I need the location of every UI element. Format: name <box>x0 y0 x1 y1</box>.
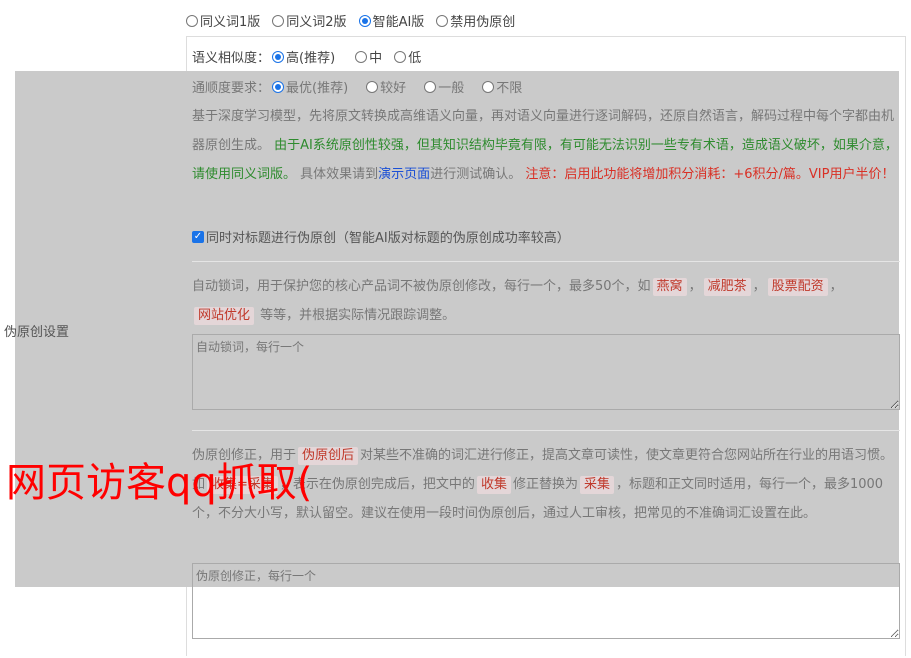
radio-fluency-good[interactable]: 较好 <box>366 77 406 96</box>
separator: ， <box>688 279 702 294</box>
radio-dot-selected <box>358 14 371 27</box>
radio-dot <box>355 50 368 63</box>
radio-fluency-normal[interactable]: 一般 <box>424 77 464 96</box>
checkbox-checked-icon: ✓ <box>192 230 204 243</box>
similarity-label: 语义相似度： <box>192 51 271 66</box>
example-tag: 燕窝 <box>652 278 687 296</box>
radio-disable-rewrite[interactable]: 禁用伪原创 <box>436 11 515 30</box>
example-tag: 减肥茶 <box>703 278 751 296</box>
radio-fluency-best[interactable]: 最优(推荐) <box>272 77 348 96</box>
radio-label: 较好 <box>380 81 407 96</box>
radio-synonym-v2[interactable]: 同义词2版 <box>272 11 347 30</box>
radio-dot <box>482 80 495 93</box>
radio-dot <box>436 14 449 27</box>
title-rewrite-checkbox[interactable]: ✓ 同时对标题进行伪原创（智能AI版对标题的伪原创成功率较高） <box>192 227 570 246</box>
radio-label: 同义词2版 <box>286 15 347 30</box>
example-tag: 股票配资 <box>767 278 828 296</box>
example-tag: 采集 <box>579 476 614 494</box>
ai-desc-text: 进行测试确认。 <box>430 167 522 182</box>
radio-label: 不限 <box>496 81 523 96</box>
lock-words-input[interactable] <box>192 334 900 410</box>
watermark-text: 网页访客qq抓取( <box>6 460 313 506</box>
radio-fluency-any[interactable]: 不限 <box>482 77 522 96</box>
fluency-label: 通顺度要求： <box>192 81 271 96</box>
radio-dot <box>186 14 198 27</box>
radio-dot <box>424 80 437 93</box>
radio-label: 中 <box>369 51 383 66</box>
divider <box>192 261 900 262</box>
radio-label: 最优(推荐) <box>286 81 349 96</box>
radio-dot-selected <box>272 80 285 93</box>
ai-description: 基于深度学习模型，先将原文转换成高维语义向量，再对语义向量进行逐词解码，还原自然… <box>192 102 900 189</box>
radio-label: 禁用伪原创 <box>450 15 516 30</box>
similarity-radio-group: 语义相似度： 高(推荐) 中 低 <box>192 47 433 66</box>
radio-label: 智能AI版 <box>372 15 425 30</box>
radio-similarity-low[interactable]: 低 <box>394 47 421 66</box>
radio-label: 同义词1版 <box>200 15 261 30</box>
separator: ， <box>829 279 843 294</box>
radio-similarity-medium[interactable]: 中 <box>355 47 382 66</box>
radio-ai-version[interactable]: 智能AI版 <box>358 11 425 30</box>
radio-synonym-v1[interactable]: 同义词1版 <box>186 11 260 30</box>
correction-desc-text: 修正替换为 <box>512 477 578 492</box>
correction-input[interactable] <box>192 563 900 639</box>
radio-label: 一般 <box>438 81 465 96</box>
example-tag: 收集 <box>476 476 511 494</box>
example-tag: 网站优化 <box>194 307 255 325</box>
fluency-radio-group: 通顺度要求： 最优(推荐) 较好 一般 不限 <box>192 77 534 96</box>
ai-desc-notice: 注意：启用此功能将增加积分消耗：+6积分/篇。VIP用户半价！ <box>525 167 895 182</box>
panel-top-border <box>186 36 906 37</box>
radio-dot <box>366 80 379 93</box>
lock-desc-text: 等等，并根据实际情况跟踪调整。 <box>260 308 456 323</box>
divider <box>192 430 900 431</box>
radio-dot-selected <box>272 50 285 63</box>
version-radio-group: 同义词1版 同义词2版 智能AI版 禁用伪原创 <box>186 11 527 30</box>
section-label: 伪原创设置 <box>4 325 70 340</box>
radio-label: 高(推荐) <box>286 51 336 66</box>
radio-similarity-high[interactable]: 高(推荐) <box>272 47 335 66</box>
radio-label: 低 <box>408 51 422 66</box>
lock-desc-text: 自动锁词，用于保护您的核心产品词不被伪原创修改，每行一个，最多50个，如 <box>192 279 651 294</box>
radio-dot <box>272 14 285 27</box>
demo-page-link[interactable]: 演示页面 <box>378 167 430 182</box>
checkbox-label: 同时对标题进行伪原创（智能AI版对标题的伪原创成功率较高） <box>206 231 570 246</box>
lock-words-description: 自动锁词，用于保护您的核心产品词不被伪原创修改，每行一个，最多50个，如 燕窝，减… <box>192 272 900 330</box>
radio-dot <box>394 50 407 63</box>
ai-desc-text: 具体效果请到 <box>300 167 379 182</box>
separator: ， <box>752 279 766 294</box>
